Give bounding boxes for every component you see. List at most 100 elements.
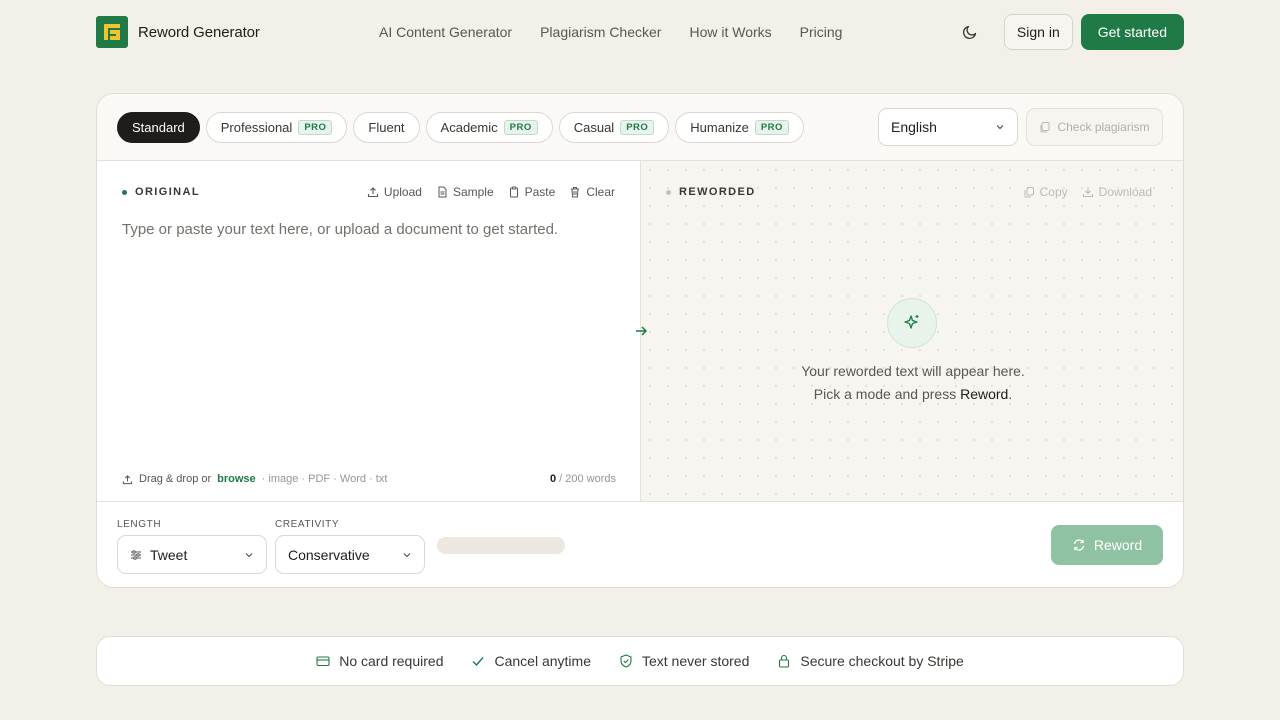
check-plagiarism-button[interactable]: Check plagiarism [1026, 108, 1163, 146]
clear-button[interactable]: Clear [569, 185, 615, 199]
trust-bar: No card required Cancel anytime Text nev… [96, 636, 1184, 686]
mode-label: Standard [132, 120, 185, 135]
upload-button[interactable]: Upload [367, 185, 422, 199]
paste-label: Paste [524, 185, 556, 199]
empty-line-2-bold: Reword [960, 386, 1009, 402]
language-select[interactable]: English [878, 108, 1018, 146]
copy-button[interactable]: Copy [1023, 185, 1068, 199]
reword-button[interactable]: Reword [1051, 525, 1163, 565]
trust-cancel: Cancel anytime [471, 653, 591, 669]
mode-academic[interactable]: Academic PRO [425, 112, 553, 143]
upload-icon [122, 474, 133, 484]
download-button[interactable]: Download [1082, 185, 1152, 199]
reworded-pane: REWORDED Copy Download Your reworded tex… [641, 161, 1183, 501]
word-count-limit: / 200 words [559, 473, 616, 485]
download-label: Download [1098, 185, 1152, 199]
reword-label: Reword [1093, 537, 1143, 553]
sliders-icon [131, 549, 141, 560]
mode-tabs: Standard Professional PRO Fluent Academi… [117, 112, 804, 143]
chevron-down-icon [403, 552, 411, 557]
original-actions: Upload Sample Paste Clear [367, 185, 615, 199]
word-count: 0 / 200 words [550, 473, 616, 485]
trust-label: Text never stored [641, 653, 750, 669]
original-pane: ORIGINAL Upload Sample Paste Clear Type … [97, 161, 641, 501]
length-label: LENGTH [117, 519, 162, 530]
pro-badge: PRO [620, 120, 655, 135]
nav-how-it-works[interactable]: How it Works [689, 24, 771, 40]
copy-label: Copy [1039, 185, 1068, 199]
empty-line-2-suffix: . [1008, 386, 1013, 402]
brand-logo[interactable]: Reword Generator [96, 16, 260, 48]
copy-icon [1024, 187, 1034, 198]
main-nav: AI Content Generator Plagiarism Checker … [379, 24, 842, 40]
theme-toggle-button[interactable] [952, 14, 988, 50]
upload-label: Upload [383, 185, 422, 199]
mode-professional[interactable]: Professional PRO [205, 112, 348, 143]
trust-never-stored: Text never stored [619, 653, 749, 669]
chevron-down-icon [996, 125, 1004, 130]
mode-standard[interactable]: Standard [117, 112, 200, 143]
reworded-title-text: REWORDED [679, 186, 756, 198]
original-title: ORIGINAL [122, 186, 200, 198]
logo-icon [96, 16, 128, 48]
creativity-select[interactable]: Conservative [275, 535, 425, 574]
nav-plagiarism-checker[interactable]: Plagiarism Checker [540, 24, 661, 40]
empty-state-message: Your reworded text will appear here. Pic… [641, 360, 1183, 406]
reworded-actions: Copy Download [1023, 185, 1152, 199]
trust-secure-checkout: Secure checkout by Stripe [777, 653, 964, 669]
length-value: Tweet [150, 546, 188, 563]
mode-label: Academic [440, 120, 498, 135]
trust-label: Cancel anytime [494, 653, 591, 669]
copy-check-icon [1040, 122, 1050, 133]
trust-no-card: No card required [316, 653, 443, 669]
pro-badge: PRO [298, 120, 333, 135]
nav-pricing[interactable]: Pricing [800, 24, 843, 40]
card-icon [316, 656, 330, 667]
mode-humanize[interactable]: Humanize PRO [675, 112, 804, 143]
language-value: English [891, 119, 937, 135]
length-select[interactable]: Tweet [117, 535, 267, 574]
sign-in-button[interactable]: Sign in [1003, 14, 1073, 50]
word-count-value: 0 [549, 473, 557, 485]
arrow-right-icon [636, 326, 648, 336]
status-dot [122, 189, 127, 195]
lock-icon [779, 654, 790, 668]
paste-button[interactable]: Paste [508, 185, 556, 199]
original-text-input[interactable]: Type or paste your text here, or upload … [122, 221, 558, 238]
sample-button[interactable]: Sample [436, 185, 494, 199]
nav-ai-content-generator[interactable]: AI Content Generator [379, 24, 512, 40]
trust-label: No card required [339, 653, 444, 669]
creativity-value: Conservative [288, 546, 370, 563]
download-icon [1082, 187, 1093, 198]
check-icon [472, 657, 485, 667]
trash-icon [571, 187, 580, 198]
document-icon [438, 186, 447, 198]
mode-label: Casual [573, 120, 615, 135]
shield-check-icon [620, 654, 632, 668]
chevron-down-icon [245, 552, 253, 557]
loading-skeleton [437, 537, 565, 554]
browse-link[interactable]: browse [217, 473, 256, 485]
get-started-button[interactable]: Get started [1080, 14, 1184, 50]
mode-fluent[interactable]: Fluent [353, 112, 420, 143]
clear-label: Clear [586, 185, 615, 199]
creativity-label: CREATIVITY [275, 519, 340, 530]
reword-tool-card: Standard Professional PRO Fluent Academi… [96, 93, 1184, 588]
status-dot [666, 189, 671, 195]
reworded-header: REWORDED Copy Download [666, 184, 1160, 200]
pro-badge: PRO [503, 120, 538, 135]
mode-casual[interactable]: Casual PRO [558, 112, 670, 143]
mode-label: Fluent [368, 120, 405, 135]
site-header: Reword Generator AI Content Generator Pl… [96, 14, 1184, 50]
clipboard-icon [509, 186, 518, 198]
refresh-icon [1073, 539, 1085, 551]
original-header: ORIGINAL Upload Sample Paste Clear [122, 184, 615, 200]
brand-name: Reword Generator [138, 23, 260, 41]
original-title-text: ORIGINAL [135, 186, 200, 198]
controls-bar: LENGTH Tweet CREATIVITY Conservative Rew… [97, 501, 1183, 587]
drop-prefix: Drag & drop or [139, 473, 212, 485]
upload-icon [367, 187, 378, 198]
sparkles-icon [887, 298, 937, 348]
drop-zone-hint: Drag & drop or browse · image · PDF · Wo… [122, 473, 387, 485]
mode-label: Humanize [690, 120, 749, 135]
